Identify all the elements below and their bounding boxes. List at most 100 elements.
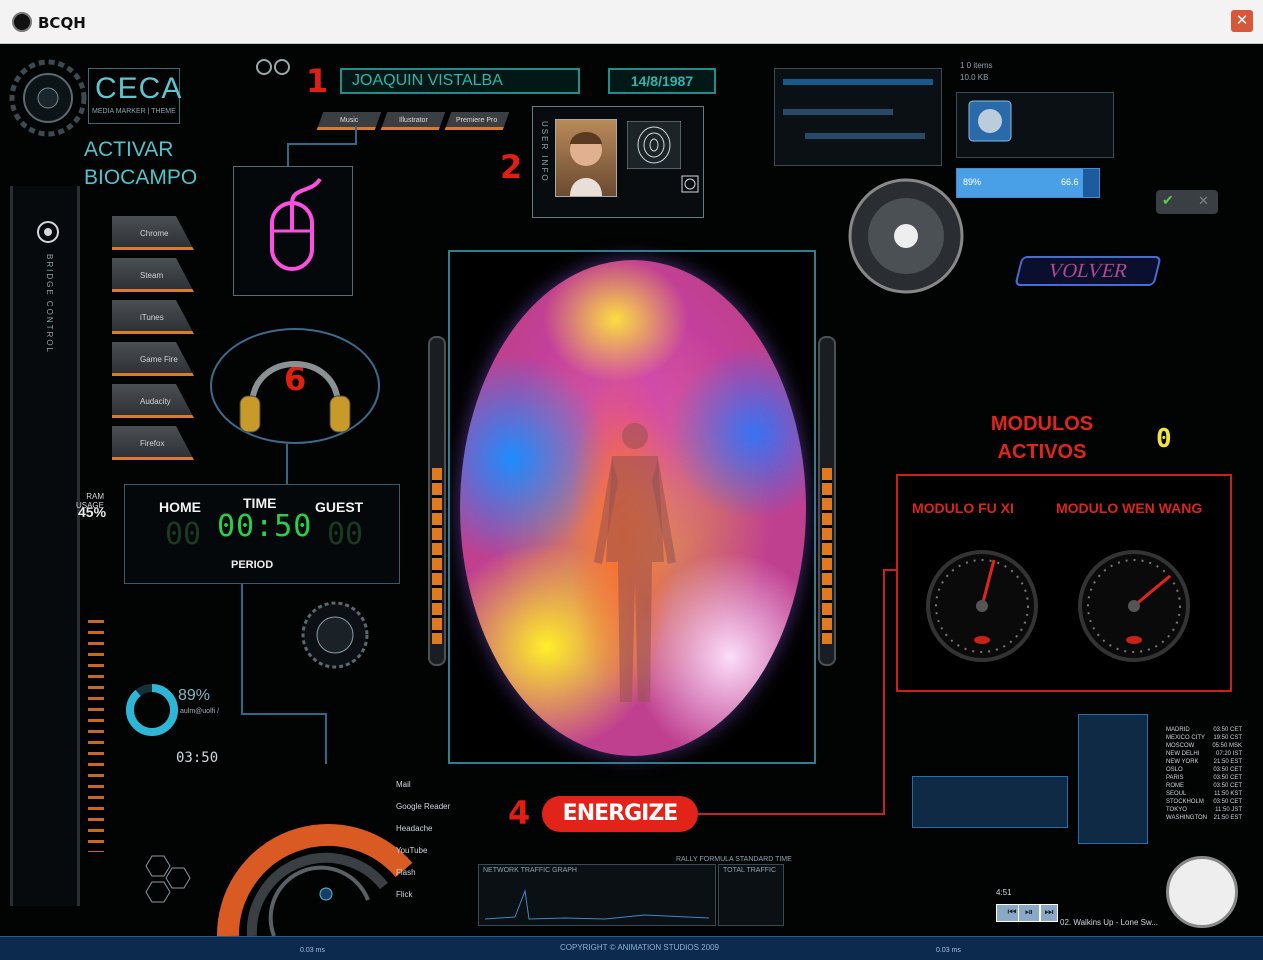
scoreboard: HOME TIME GUEST 00 00:50 00 PERIOD <box>124 484 400 584</box>
title-bar: BCQH ✕ <box>0 0 1263 44</box>
world-clock-time: 11:50 KST <box>1214 791 1242 797</box>
period-label: PERIOD <box>231 559 274 571</box>
check-icon: ✔ <box>1162 192 1174 208</box>
left-slider-fill <box>432 468 442 644</box>
energize-button[interactable]: ENERGIZE <box>542 796 698 832</box>
bottom-bar: 0.03 ms COPYRIGHT © ANIMATION STUDIOS 20… <box>0 936 1263 960</box>
gauge-wen-wang[interactable] <box>1074 546 1194 666</box>
modulos-line1: MODULOS <box>990 413 1094 435</box>
system-bar <box>805 133 925 139</box>
world-clock-row: MADRID 03:50 CET <box>1166 726 1242 734</box>
menu-item-gamefire[interactable]: Game Fire <box>112 342 194 376</box>
cpu-panel <box>912 776 1068 828</box>
home-label: HOME <box>159 499 201 515</box>
world-clock-city: ROME <box>1166 783 1184 789</box>
world-clock-row: NEW YORK 21:50 EST <box>1166 758 1242 766</box>
connector-line <box>698 569 906 815</box>
gauge-fu-xi[interactable] <box>922 546 1042 666</box>
toggle-switch[interactable]: ✔ ✕ <box>1156 190 1218 214</box>
traffic-graph <box>485 889 709 920</box>
bottom-right-value: 0.03 ms <box>936 947 961 954</box>
activar-biocampo-button[interactable]: ACTIVAR BIOCAMPO <box>84 136 197 192</box>
headphones-panel[interactable] <box>210 328 380 444</box>
world-clock: MADRID 03:50 CET MEXICO CITY 19:50 CST MOSCO… <box>1166 726 1242 822</box>
marker-2: 2 <box>500 148 523 186</box>
brand-subtitle: MEDIA MARKER | THEME <box>92 108 176 115</box>
system-bar <box>783 79 933 85</box>
dashboard: CECA MEDIA MARKER | THEME ACTIVAR BIOCAM… <box>0 44 1263 960</box>
close-button[interactable]: ✕ <box>1231 10 1253 32</box>
marker-1: 1 <box>306 62 329 100</box>
modulos-count: 0 <box>1156 424 1172 454</box>
copyright: COPYRIGHT © ANIMATION STUDIOS 2009 <box>560 943 719 952</box>
target-icon <box>37 221 59 243</box>
ram-value: 45% <box>78 504 107 520</box>
left-slider[interactable] <box>428 336 446 666</box>
app-item-headache[interactable]: Headache <box>396 818 450 840</box>
play-pause-button[interactable]: ⏯ <box>1018 904 1040 922</box>
world-clock-row: OSLO 03:50 CET <box>1166 766 1242 774</box>
world-clock-row: TOKYO 11:50 JST <box>1166 806 1242 814</box>
battery-sub: aulm@uolfi / <box>180 708 220 715</box>
headphones-icon <box>239 361 351 433</box>
world-clock-city: NEW DELHI <box>1166 751 1200 757</box>
power-icon[interactable] <box>681 175 699 193</box>
app-item-youtube[interactable]: YouTube <box>396 840 450 862</box>
modulos-panel: MODULO FU XI MODULO WEN WANG <box>896 474 1232 692</box>
menu-item-steam[interactable]: Steam <box>112 258 194 292</box>
user-date-field[interactable]: 14/8/1987 <box>608 68 716 94</box>
hexagon-icon <box>145 855 191 903</box>
app-item-google-reader[interactable]: Google Reader <box>396 796 450 818</box>
user-name-field[interactable]: JOAQUIN VISTALBA <box>340 68 580 94</box>
volver-button[interactable]: VOLVER <box>1014 256 1162 286</box>
mouse-panel[interactable] <box>233 166 353 296</box>
world-clock-time: 05:50 MSK <box>1212 743 1242 749</box>
world-clock-time: 07:20 IST <box>1215 751 1242 757</box>
disk-info: 1 0 items 10.0 KB <box>960 60 992 84</box>
app-item-flick[interactable]: Flick <box>396 884 450 906</box>
player-time: 4:51 <box>996 888 1012 897</box>
menu-item-itunes[interactable]: iTunes <box>112 300 194 334</box>
world-clock-list: MADRID 03:50 CET MEXICO CITY 19:50 CST MOSCO… <box>1166 726 1242 822</box>
tab-illustrator[interactable]: Illustrator <box>380 112 446 130</box>
world-clock-row: NEW DELHI 07:20 IST <box>1166 750 1242 758</box>
toggle-icon[interactable] <box>256 58 292 76</box>
body-silhouette <box>594 423 676 702</box>
world-clock-row: MEXICO CITY 19:50 CST <box>1166 734 1242 742</box>
total-traffic-panel: TOTAL TRAFFIC <box>718 864 784 926</box>
app-item-mail[interactable]: Mail <box>396 774 450 796</box>
user-photo <box>555 119 617 197</box>
system-bar <box>783 109 893 115</box>
menu-item-firefox[interactable]: Firefox <box>112 426 194 460</box>
bridge-control-label: BRIDGE CONTROL <box>45 254 54 355</box>
disk-icon <box>968 100 1012 142</box>
disk-free: 66.6 <box>1061 177 1079 187</box>
scoreboard-time: 00:50 <box>217 509 313 544</box>
fingerprint-icon <box>627 121 681 169</box>
world-clock-city: SEOUL <box>1166 791 1187 797</box>
activar-line1: ACTIVAR <box>84 138 174 161</box>
world-clock-city: OSLO <box>1166 767 1183 773</box>
disk-percent: 89% <box>963 177 982 187</box>
menu-item-chrome[interactable]: Chrome <box>112 216 194 250</box>
ram-scale <box>88 620 104 852</box>
disk-panel <box>956 92 1114 158</box>
speaker-icon[interactable] <box>846 176 966 296</box>
world-clock-city: MADRID <box>1166 727 1190 733</box>
world-clock-time: 11:50 JST <box>1215 807 1242 813</box>
world-clock-row: ROME 03:50 CET <box>1166 782 1242 790</box>
connector-line <box>286 444 288 486</box>
battery-ring-icon <box>126 684 178 736</box>
world-clock-city: MEXICO CITY <box>1166 735 1206 741</box>
total-traffic-label: TOTAL TRAFFIC <box>723 867 777 874</box>
connector-line <box>241 584 327 764</box>
bottom-left-value: 0.03 ms <box>300 947 325 954</box>
world-clock-row: PARIS 03:50 CET <box>1166 774 1242 782</box>
tab-premiere[interactable]: Premiere Pro <box>444 112 510 130</box>
world-clock-time: 03:50 CET <box>1213 775 1242 781</box>
album-art <box>1166 856 1238 928</box>
app-item-flash[interactable]: Flash <box>396 862 450 884</box>
world-clock-time: 03:50 CET <box>1213 767 1242 773</box>
menu-item-audacity[interactable]: Audacity <box>112 384 194 418</box>
next-button[interactable]: ⏭ <box>1040 904 1058 922</box>
